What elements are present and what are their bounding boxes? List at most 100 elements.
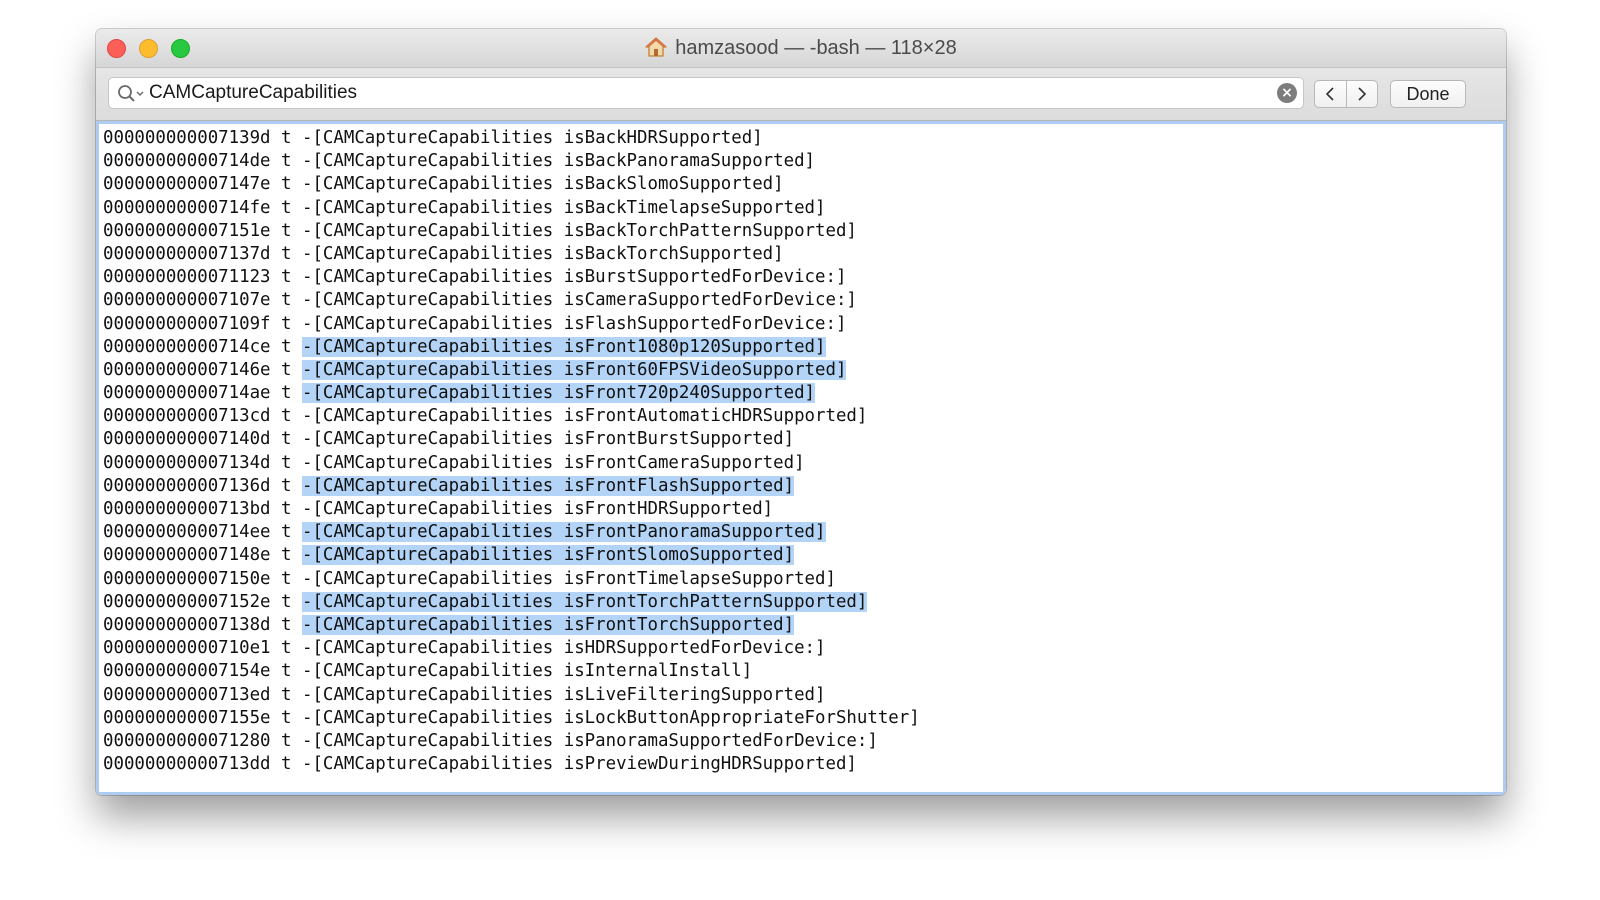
clear-icon[interactable]: × [1277,83,1297,103]
search-icon[interactable] [117,84,145,109]
symbol-address: 000000000007155e [103,707,271,728]
terminal-line: 000000000007138d t -[CAMCaptureCapabilit… [103,614,1503,637]
symbol-type: t [281,661,292,682]
symbol-name: -[CAMCaptureCapabilities isFrontCameraSu… [301,452,805,473]
terminal-line: 000000000007134d t -[CAMCaptureCapabilit… [103,452,1503,475]
terminal-line: 00000000000713dd t -[CAMCaptureCapabilit… [103,753,1503,776]
symbol-type: t [281,707,292,728]
symbol-name: -[CAMCaptureCapabilities isFrontBurstSup… [301,429,795,450]
search-match: -[CAMCaptureCapabilities isFrontSlomoSup… [301,545,795,566]
terminal-line: 0000000000071280 t -[CAMCaptureCapabilit… [103,730,1503,753]
symbol-address: 00000000000713bd [103,499,271,519]
terminal-line: 00000000000710e1 t -[CAMCaptureCapabilit… [103,637,1503,660]
symbol-name: -[CAMCaptureCapabilities isInternalInsta… [301,661,753,682]
symbol-type: t [281,614,292,635]
terminal-line: 000000000007150e t -[CAMCaptureCapabilit… [103,568,1503,591]
symbol-type: t [281,220,292,241]
symbol-type: t [281,128,292,148]
search-match: -[CAMCaptureCapabilities isFrontFlashSup… [301,475,795,496]
terminal-line: 00000000000714ee t -[CAMCaptureCapabilit… [103,521,1503,544]
symbol-address: 0000000000071123 [103,267,271,288]
symbol-address: 00000000000714ee [103,522,271,543]
search-match: -[CAMCaptureCapabilities isFront720p240S… [301,383,816,404]
desktop-background: hamzasood — -bash — 118×28 × [0,0,1600,900]
symbol-address: 000000000007148e [103,545,271,566]
symbol-name: -[CAMCaptureCapabilities isBackTorchSupp… [301,243,784,264]
window-title-text: hamzasood — -bash — 118×28 [675,37,957,59]
symbol-address: 000000000007109f [103,313,271,334]
terminal-line: 00000000000714ae t -[CAMCaptureCapabilit… [103,382,1503,405]
symbol-name: -[CAMCaptureCapabilities isFrontHDRSuppo… [301,499,774,519]
symbol-address: 00000000000713dd [103,754,271,775]
terminal-line: 00000000000714fe t -[CAMCaptureCapabilit… [103,197,1503,220]
symbol-type: t [281,406,292,427]
symbol-type: t [281,429,292,450]
symbol-address: 000000000007136d [103,475,271,496]
symbol-address: 000000000007152e [103,591,271,612]
terminal-line: 000000000007155e t -[CAMCaptureCapabilit… [103,707,1503,730]
symbol-type: t [281,591,292,612]
home-icon [645,32,667,70]
search-match: -[CAMCaptureCapabilities isFrontTorchPat… [301,591,868,612]
terminal-line: 00000000000714ce t -[CAMCaptureCapabilit… [103,336,1503,359]
next-match-button[interactable] [1347,81,1378,107]
symbol-type: t [281,522,292,543]
symbol-type: t [281,638,292,659]
symbol-type: t [281,336,292,357]
symbol-type: t [281,452,292,473]
symbol-name: -[CAMCaptureCapabilities isHDRSupportedF… [301,638,826,659]
symbol-type: t [281,545,292,566]
terminal-line: 000000000007107e t -[CAMCaptureCapabilit… [103,289,1503,312]
symbol-type: t [281,499,292,519]
symbol-address: 000000000007140d [103,429,271,450]
symbol-address: 000000000007154e [103,661,271,682]
previous-match-button[interactable] [1315,81,1347,107]
search-field[interactable]: × [108,77,1304,109]
symbol-address: 00000000000710e1 [103,638,271,659]
terminal-line: 000000000007152e t -[CAMCaptureCapabilit… [103,591,1503,614]
title-bar[interactable]: hamzasood — -bash — 118×28 [96,29,1506,68]
search-input[interactable] [149,81,1259,105]
symbol-type: t [281,290,292,311]
terminal-line: 000000000007148e t -[CAMCaptureCapabilit… [103,544,1503,567]
window-title: hamzasood — -bash — 118×28 [96,29,1506,67]
search-match: -[CAMCaptureCapabilities isFront1080p120… [301,336,826,357]
symbol-address: 00000000000713ed [103,684,271,705]
symbol-name: -[CAMCaptureCapabilities isBackSlomoSupp… [301,174,784,195]
symbol-address: 000000000007150e [103,568,271,589]
symbol-name: -[CAMCaptureCapabilities isPreviewDuring… [301,754,857,775]
symbol-type: t [281,383,292,404]
symbol-name: -[CAMCaptureCapabilities isPanoramaSuppo… [301,730,878,751]
symbol-type: t [281,197,292,218]
symbol-address: 00000000000714fe [103,197,271,218]
search-match: -[CAMCaptureCapabilities isFront60FPSVid… [301,359,847,380]
terminal-line: 000000000007139d t -[CAMCaptureCapabilit… [103,127,1503,150]
symbol-type: t [281,243,292,264]
symbol-address: 000000000007139d [103,128,271,148]
symbol-type: t [281,684,292,705]
symbol-address: 000000000007134d [103,452,271,473]
symbol-name: -[CAMCaptureCapabilities isLockButtonApp… [301,707,920,728]
search-match: -[CAMCaptureCapabilities isFrontTorchSup… [301,614,795,635]
terminal-output[interactable]: 000000000007139d t -[CAMCaptureCapabilit… [96,121,1506,795]
done-button[interactable]: Done [1390,80,1466,108]
symbol-address: 000000000007146e [103,359,271,380]
symbol-address: 000000000007147e [103,174,271,195]
symbol-name: -[CAMCaptureCapabilities isBurstSupporte… [301,267,847,288]
terminal-line: 000000000007151e t -[CAMCaptureCapabilit… [103,220,1503,243]
symbol-type: t [281,475,292,496]
symbol-name: -[CAMCaptureCapabilities isBackHDRSuppor… [301,128,763,148]
terminal-line: 000000000007147e t -[CAMCaptureCapabilit… [103,173,1503,196]
symbol-address: 000000000007151e [103,220,271,241]
terminal-line: 000000000007109f t -[CAMCaptureCapabilit… [103,313,1503,336]
find-bar: × Done [96,68,1506,121]
symbol-type: t [281,730,292,751]
find-navigation [1314,80,1378,108]
chevron-right-icon [1358,87,1366,101]
terminal-line: 000000000007137d t -[CAMCaptureCapabilit… [103,243,1503,266]
terminal-line: 0000000000071123 t -[CAMCaptureCapabilit… [103,266,1503,289]
symbol-address: 00000000000714ae [103,383,271,404]
terminal-line: 000000000007140d t -[CAMCaptureCapabilit… [103,428,1503,451]
symbol-name: -[CAMCaptureCapabilities isCameraSupport… [301,290,857,311]
symbol-type: t [281,359,292,380]
